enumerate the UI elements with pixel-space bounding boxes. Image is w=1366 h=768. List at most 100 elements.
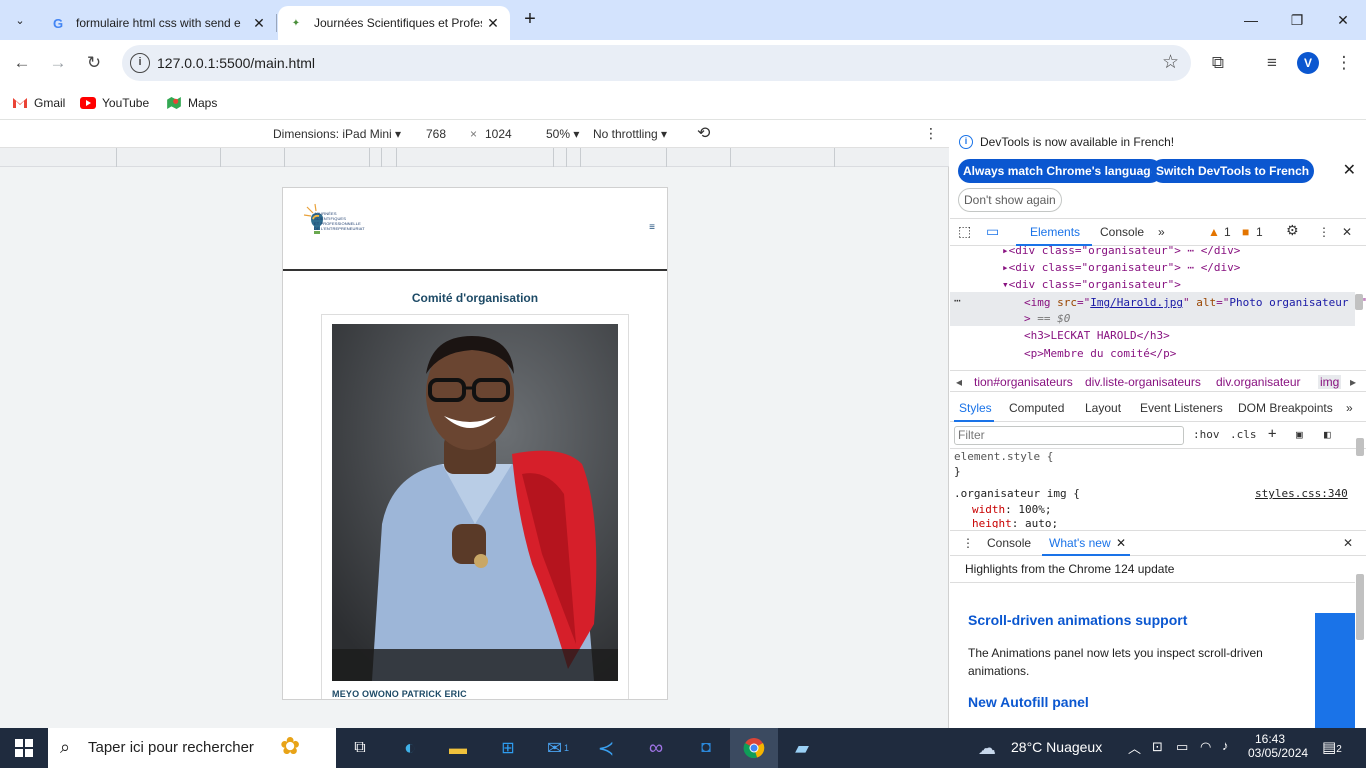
tab-elements[interactable]: Elements — [1030, 225, 1080, 239]
crumb-section[interactable]: tion#organisateurs — [974, 375, 1073, 389]
tab-computed[interactable]: Computed — [1009, 401, 1064, 415]
dom-node-h3[interactable]: <h3>LECKAT HAROLD</h3> — [1024, 329, 1170, 342]
dom-node[interactable]: ▸<div class="organisateur"> ⋯ </div> — [1002, 261, 1240, 274]
dom-node[interactable]: ▸<div class="organisateur"> ⋯ </div> — [1002, 246, 1240, 257]
close-whats-new-icon[interactable]: ✕ — [1116, 536, 1126, 550]
new-tab-plus-icon[interactable]: + — [518, 8, 542, 32]
switch-french-button[interactable]: Switch DevTools to French — [1151, 159, 1315, 183]
throttling-select[interactable]: No throttling ▾ — [593, 127, 667, 141]
tab-layout[interactable]: Layout — [1085, 401, 1121, 415]
device-width-input[interactable]: 768 — [426, 127, 446, 141]
bookmark-maps[interactable]: Maps — [166, 92, 217, 114]
back-arrow-icon[interactable]: ← — [8, 49, 36, 77]
dont-show-again-button[interactable]: Don't show again — [958, 188, 1062, 212]
crumb-left-arrow-icon[interactable]: ◂ — [956, 375, 962, 389]
close-drawer-icon[interactable]: ✕ — [1343, 536, 1353, 550]
tab-search-chevron-icon[interactable]: ⌄ — [6, 6, 34, 34]
hov-toggle[interactable]: :hov — [1193, 428, 1220, 441]
paint-icon[interactable]: ▣ — [1296, 428, 1303, 441]
visual-studio-icon[interactable]: ∞ — [632, 728, 680, 768]
tab-dom-breakpoints[interactable]: DOM Breakpoints — [1238, 401, 1333, 415]
close-tab-icon[interactable]: ✕ — [484, 14, 502, 32]
close-devtools-icon[interactable]: ✕ — [1342, 225, 1352, 239]
tab-event-listeners[interactable]: Event Listeners — [1140, 401, 1223, 415]
cls-toggle[interactable]: .cls — [1230, 428, 1257, 441]
tab-journees[interactable]: ✦ Journées Scientifiques et Profes ✕ — [278, 6, 510, 40]
sidebar-toggle-icon[interactable]: ◧ — [1324, 428, 1331, 441]
taskbar-search[interactable]: ⌕ Taper ici pour rechercher ✿ — [48, 728, 336, 768]
close-window-icon[interactable]: ✕ — [1320, 0, 1366, 40]
site-info-icon[interactable]: i — [130, 53, 150, 73]
tab-formulaire[interactable]: G formulaire html css with send e ✕ — [40, 6, 276, 40]
address-bar[interactable]: i 127.0.0.1:5500/main.html ☆ — [122, 45, 1191, 81]
file-explorer-icon[interactable]: ▬ — [434, 728, 482, 768]
clock[interactable]: 16:43 03/05/2024 — [1248, 732, 1308, 768]
prop-height[interactable]: height: auto; — [972, 517, 1058, 528]
volume-icon[interactable]: ♪ — [1222, 738, 1229, 768]
crumb-organisateur[interactable]: div.organisateur — [1216, 375, 1301, 389]
close-notice-icon[interactable]: ✕ — [1343, 160, 1356, 180]
media-control-icon[interactable]: ≡ — [1258, 49, 1286, 77]
media-query-ruler[interactable] — [0, 148, 949, 167]
bookmark-gmail[interactable]: Gmail — [12, 92, 65, 114]
forward-arrow-icon[interactable]: → — [44, 49, 72, 77]
element-style-selector[interactable]: element.style { — [954, 450, 1053, 463]
notifications-icon[interactable]: ▤2 — [1322, 738, 1342, 768]
task-view-icon[interactable]: ⧉ — [336, 728, 384, 768]
match-language-button[interactable]: Always match Chrome's language — [958, 159, 1163, 183]
network-icon[interactable]: ◠ — [1200, 739, 1211, 768]
edge-icon[interactable]: ◐ — [386, 728, 434, 768]
whats-new-scrollbar[interactable] — [1356, 574, 1364, 640]
rule-source-link[interactable]: styles.css:340 — [1255, 487, 1348, 500]
settings-gear-icon[interactable]: ⚙ — [1286, 222, 1299, 239]
device-more-icon[interactable]: ⋮ — [924, 125, 938, 142]
chrome-icon[interactable] — [730, 728, 778, 768]
tray-chevron-icon[interactable]: ︿ — [1128, 738, 1141, 768]
zoom-select[interactable]: 50% ▾ — [546, 127, 579, 141]
device-dimensions-select[interactable]: Dimensions: iPad Mini ▾ — [273, 127, 401, 141]
styles-scrollbar[interactable] — [1356, 438, 1364, 456]
tab-console[interactable]: Console — [1100, 225, 1144, 239]
url-text[interactable]: 127.0.0.1:5500/main.html — [157, 55, 315, 71]
dom-node-p[interactable]: <p>Membre du comité</p> — [1024, 347, 1176, 360]
crumb-liste[interactable]: div.liste-organisateurs — [1085, 375, 1201, 389]
minimize-icon[interactable]: — — [1228, 0, 1274, 40]
rule-selector[interactable]: .organisateur img { — [954, 487, 1080, 500]
styles-filter-input[interactable]: Filter — [954, 426, 1184, 445]
windows-start-icon[interactable] — [0, 728, 48, 768]
feature-heading[interactable]: Scroll-driven animations support — [968, 612, 1187, 628]
img-src[interactable]: Img/Harold.jpg — [1090, 296, 1183, 309]
more-subtabs-icon[interactable]: » — [1346, 401, 1353, 415]
rotate-icon[interactable]: ⟲ — [697, 123, 710, 143]
app-icon[interactable]: ▰ — [778, 728, 826, 768]
drawer-menu-icon[interactable]: ⋮ — [962, 536, 974, 550]
chrome-menu-icon[interactable]: ⋮ — [1330, 49, 1358, 77]
profile-avatar[interactable]: V — [1297, 52, 1319, 74]
reload-icon[interactable]: ↻ — [80, 49, 108, 77]
prop-width[interactable]: width: 100%; — [972, 503, 1052, 516]
more-tabs-icon[interactable]: » — [1158, 225, 1165, 239]
feature-heading[interactable]: New Autofill panel — [968, 694, 1089, 710]
dom-scrollbar[interactable] — [1355, 294, 1363, 310]
restore-icon[interactable]: ❐ — [1274, 0, 1320, 40]
inspect-element-icon[interactable]: ⬚ — [958, 223, 971, 240]
devtools-menu-icon[interactable]: ⋮ — [1318, 225, 1330, 239]
crumb-img[interactable]: img — [1318, 375, 1342, 389]
store-icon[interactable]: ⊞ — [484, 728, 532, 768]
bookmark-youtube[interactable]: YouTube — [80, 92, 149, 114]
issues-icon[interactable]: ■ — [1242, 225, 1249, 239]
dom-node-img[interactable]: <img src="Img/Harold.jpg" alt="Photo org… — [1024, 296, 1366, 309]
outlook-icon[interactable]: ◘ — [682, 728, 730, 768]
dom-node[interactable]: ▾<div class="organisateur"> — [1002, 278, 1181, 291]
crumb-right-arrow-icon[interactable]: ▸ — [1350, 375, 1356, 389]
drawer-tab-whats-new[interactable]: What's new — [1049, 536, 1111, 550]
tray-app-icon[interactable]: ⊡ — [1152, 739, 1163, 768]
battery-icon[interactable]: ▭ — [1176, 739, 1188, 768]
dom-tree[interactable]: ▸<div class="organisateur"> ⋯ </div> ▸<d… — [950, 246, 1366, 368]
device-height-input[interactable]: 1024 — [485, 127, 512, 141]
drawer-tab-console[interactable]: Console — [987, 536, 1031, 550]
tab-styles[interactable]: Styles — [959, 401, 992, 415]
device-toggle-icon[interactable]: ▭ — [986, 223, 999, 240]
extensions-puzzle-icon[interactable]: ⧉ — [1204, 49, 1232, 77]
close-tab-icon[interactable]: ✕ — [250, 14, 268, 32]
